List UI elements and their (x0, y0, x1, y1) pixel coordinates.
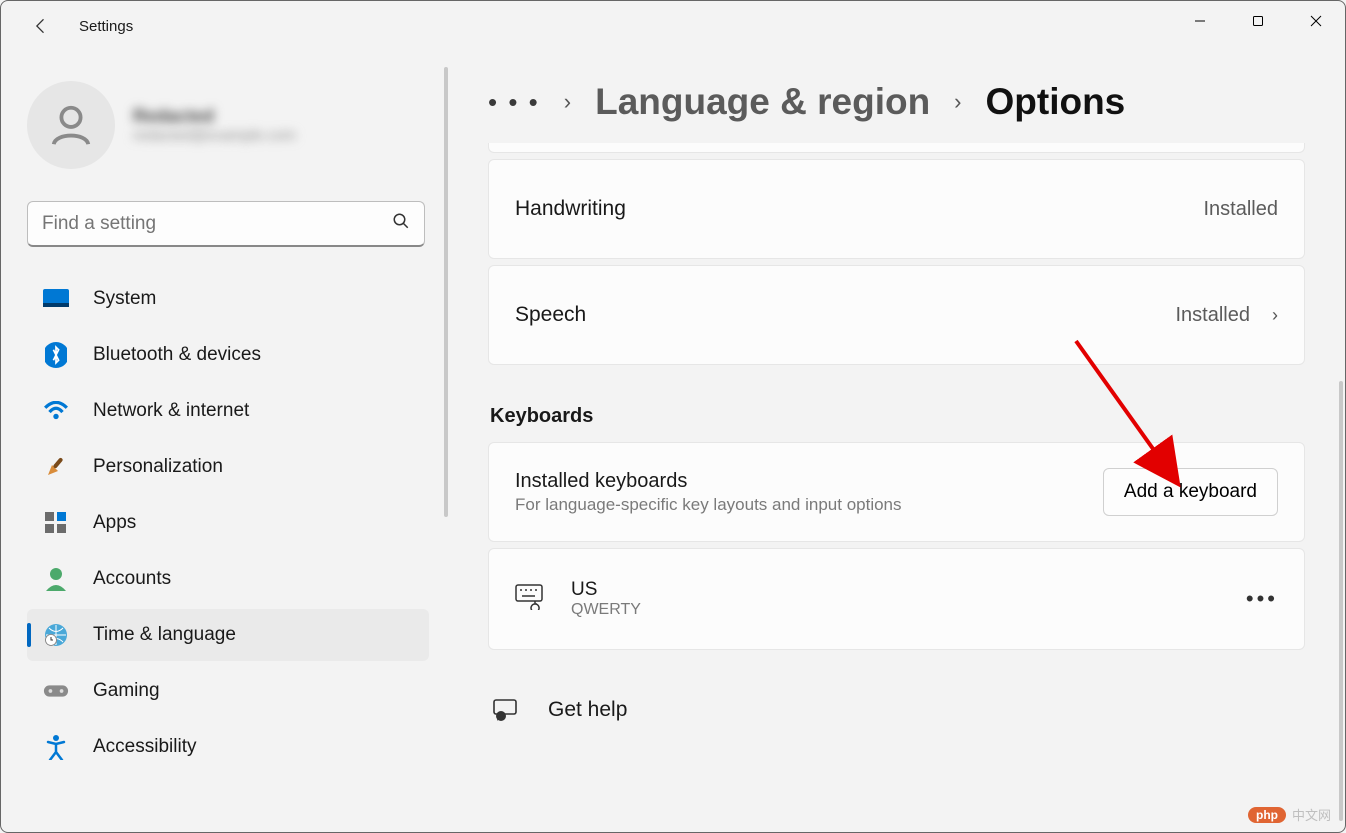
card-title: Handwriting (515, 197, 626, 221)
search-box[interactable] (27, 201, 425, 247)
breadcrumb: • • • › Language & region › Options (488, 81, 1305, 123)
sidebar-item-label: Network & internet (93, 400, 249, 422)
sidebar-item-label: Accessibility (93, 736, 196, 758)
sidebar-item-label: Gaming (93, 680, 160, 702)
window-controls (1171, 1, 1345, 41)
card-title: Speech (515, 303, 586, 327)
help-label: Get help (548, 698, 627, 722)
minimize-button[interactable] (1171, 1, 1229, 41)
sidebar-item-network[interactable]: Network & internet (27, 385, 429, 437)
installed-keyboards-title: Installed keyboards (515, 470, 902, 493)
card-status: Installed (1176, 304, 1251, 327)
globe-clock-icon (43, 622, 69, 648)
avatar (27, 81, 115, 169)
sidebar-item-label: Accounts (93, 568, 171, 590)
get-help-link[interactable]: ? Get help (492, 696, 1305, 724)
watermark-text: 中文网 (1292, 805, 1331, 824)
search-input[interactable] (42, 213, 392, 235)
close-button[interactable] (1287, 1, 1345, 41)
card-partial-top (488, 143, 1305, 153)
app-title: Settings (79, 18, 133, 35)
breadcrumb-overflow[interactable]: • • • (488, 87, 540, 118)
sidebar-item-personalization[interactable]: Personalization (27, 441, 429, 493)
keyboard-item[interactable]: US QWERTY ••• (488, 548, 1305, 650)
gamepad-icon (43, 678, 69, 704)
nav: System Bluetooth & devices Network & int… (27, 273, 429, 773)
minimize-icon (1194, 15, 1206, 27)
chevron-right-icon: › (1272, 305, 1278, 326)
sidebar-item-bluetooth[interactable]: Bluetooth & devices (27, 329, 429, 381)
bluetooth-icon (43, 342, 69, 368)
watermark: php 中文网 (1248, 805, 1331, 824)
add-keyboard-button[interactable]: Add a keyboard (1103, 468, 1278, 516)
profile-email: redacted@example.com (133, 127, 296, 144)
svg-text:?: ? (499, 714, 503, 721)
installed-keyboards-subtitle: For language-specific key layouts and in… (515, 495, 902, 515)
card-status: Installed (1204, 198, 1279, 221)
maximize-button[interactable] (1229, 1, 1287, 41)
account-icon (43, 566, 69, 592)
main-scrollbar[interactable] (1339, 381, 1343, 821)
sidebar-item-label: Bluetooth & devices (93, 344, 261, 366)
sidebar-item-label: System (93, 288, 156, 310)
keyboard-icon (515, 584, 545, 614)
display-icon (43, 286, 69, 312)
wifi-icon (43, 398, 69, 424)
close-icon (1310, 15, 1322, 27)
sidebar-item-gaming[interactable]: Gaming (27, 665, 429, 717)
keyboards-heading: Keyboards (490, 405, 1305, 428)
speech-card[interactable]: Speech Installed › (488, 265, 1305, 365)
sidebar-item-accounts[interactable]: Accounts (27, 553, 429, 605)
title-bar: Settings (1, 1, 1345, 51)
more-options-button[interactable]: ••• (1246, 586, 1278, 612)
back-button[interactable] (21, 6, 61, 46)
installed-keyboards-card: Installed keyboards For language-specifi… (488, 442, 1305, 542)
keyboard-name: US (571, 579, 641, 601)
sidebar-item-time-language[interactable]: Time & language (27, 609, 429, 661)
chevron-right-icon: › (954, 89, 961, 115)
sidebar-item-label: Personalization (93, 456, 223, 478)
main-content: • • • › Language & region › Options Hand… (446, 51, 1345, 832)
help-icon: ? (492, 696, 520, 724)
sidebar-item-label: Time & language (93, 624, 236, 646)
keyboard-layout: QWERTY (571, 601, 641, 619)
breadcrumb-current: Options (986, 81, 1126, 123)
search-icon (392, 212, 410, 235)
sidebar-item-system[interactable]: System (27, 273, 429, 325)
sidebar-item-accessibility[interactable]: Accessibility (27, 721, 429, 773)
profile-text: Redacted redacted@example.com (133, 106, 296, 144)
breadcrumb-parent[interactable]: Language & region (595, 81, 930, 123)
apps-icon (43, 510, 69, 536)
sidebar-item-apps[interactable]: Apps (27, 497, 429, 549)
sidebar: Redacted redacted@example.com System Blu… (1, 51, 446, 832)
sidebar-item-label: Apps (93, 512, 136, 534)
maximize-icon (1252, 15, 1264, 27)
chevron-right-icon: › (564, 89, 571, 115)
arrow-left-icon (31, 16, 51, 36)
profile-name: Redacted (133, 106, 296, 127)
profile-block[interactable]: Redacted redacted@example.com (27, 81, 426, 169)
handwriting-card[interactable]: Handwriting Installed (488, 159, 1305, 259)
watermark-brand: php (1248, 807, 1286, 823)
accessibility-icon (43, 734, 69, 760)
paintbrush-icon (43, 454, 69, 480)
person-icon (48, 102, 94, 148)
